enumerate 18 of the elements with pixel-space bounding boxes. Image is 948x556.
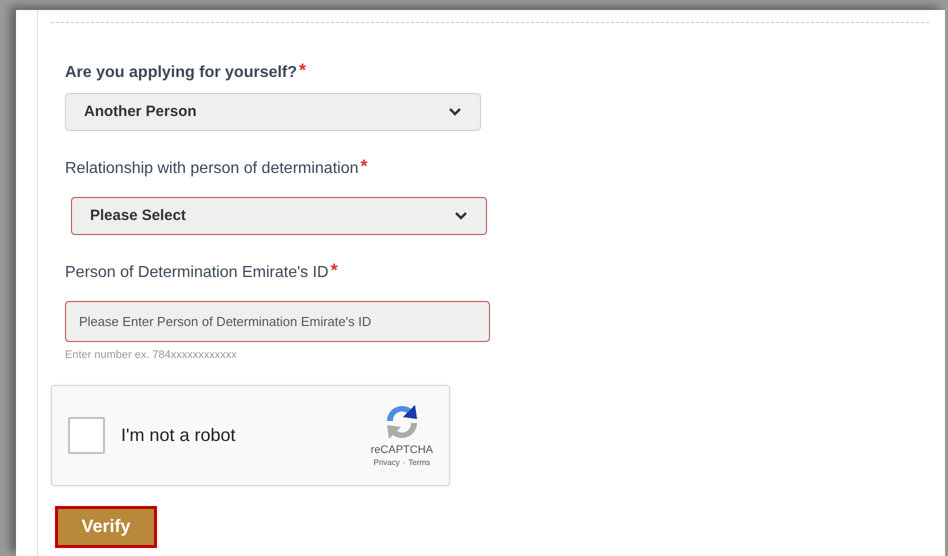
dropdown-field[interactable]: Another Person	[65, 93, 481, 131]
required-asterisk: *	[360, 157, 368, 175]
field-hint: Enter number ex. 784xxxxxxxxxxxx	[65, 348, 238, 363]
field-label: Are you applying for yourself?	[65, 63, 298, 83]
text-input-field[interactable]: Please Enter Person of Determination Emirate's ID	[65, 301, 490, 342]
captcha-label: I'm not a robot	[121, 424, 236, 446]
dropdown-field[interactable]: Please Select	[71, 197, 487, 235]
chevron-down-icon	[448, 107, 462, 117]
privacy-link[interactable]: Privacy	[373, 457, 400, 469]
recaptcha-brand: reCAPTCHA	[370, 443, 433, 457]
terms-link[interactable]: Terms	[408, 457, 430, 469]
field-label: Person of Determination Emirate's ID	[65, 263, 329, 283]
captcha-checkbox[interactable]	[68, 416, 105, 454]
link-separator: ·	[402, 457, 406, 469]
required-asterisk: *	[330, 261, 338, 279]
chevron-down-icon	[454, 211, 468, 221]
required-asterisk: *	[299, 61, 306, 79]
field-label: Relationship with person of determination	[65, 159, 358, 179]
